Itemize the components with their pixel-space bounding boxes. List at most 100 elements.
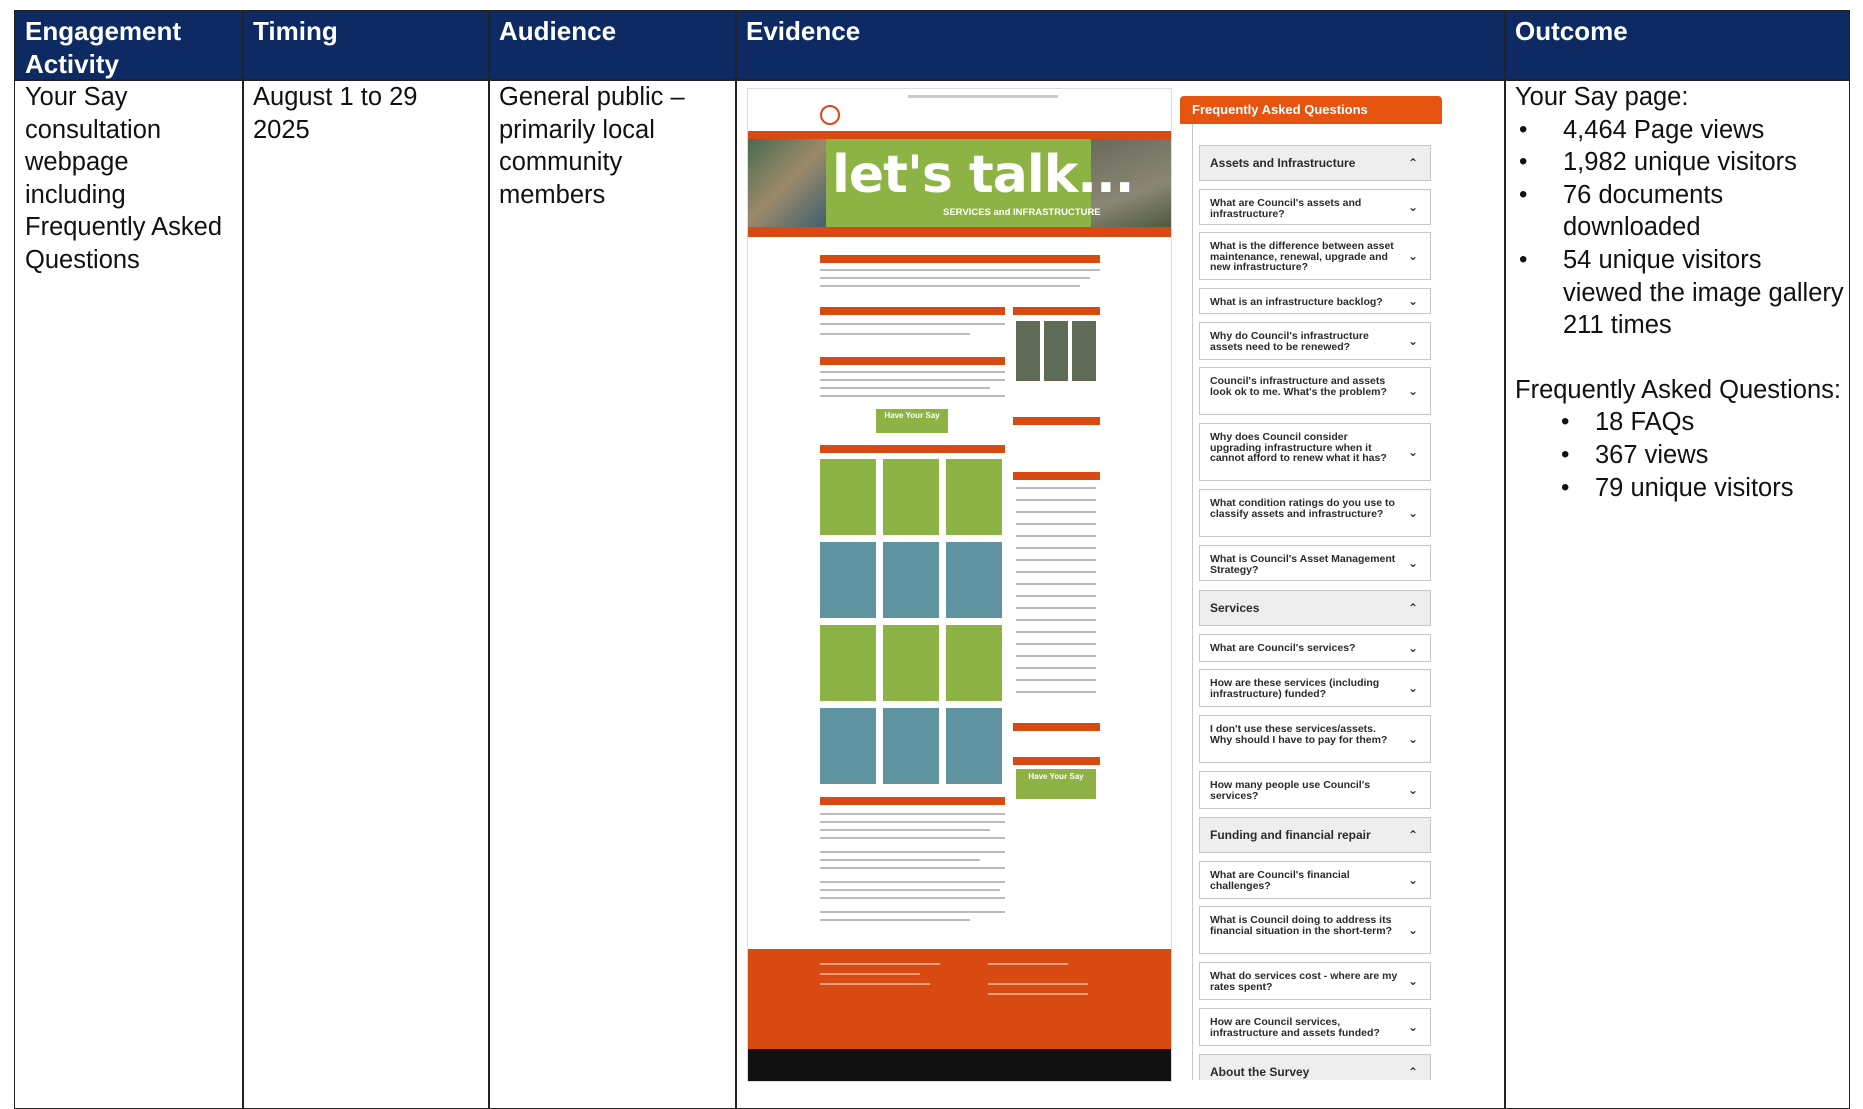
text-line [820, 269, 1100, 271]
cell-outcome: Your Say page: 4,464 Page views 1,982 un… [1515, 81, 1845, 504]
text-line [820, 333, 970, 335]
outcome-faq-list: 18 FAQs 367 views 79 unique visitors [1515, 406, 1845, 504]
chevron-down-icon: ⌄ [1407, 248, 1418, 263]
section-bar [820, 255, 1100, 263]
faq-item[interactable]: How are Council services, infrastructure… [1199, 1008, 1431, 1046]
section-bar [820, 307, 1005, 315]
webpage-banner: let's talk... SERVICES and INFRASTRUCTUR… [748, 139, 1171, 227]
info-tile[interactable] [883, 625, 939, 701]
text-line [820, 323, 1005, 325]
text-line [820, 881, 1005, 883]
text-line [820, 889, 1000, 891]
faq-item[interactable]: I don't use these services/assets. Why s… [1199, 715, 1431, 763]
chevron-down-icon: ⌄ [1407, 872, 1418, 887]
list-item: 79 unique visitors [1515, 472, 1845, 505]
faq-item[interactable]: What is Council doing to address its fin… [1199, 906, 1431, 954]
text-line [1016, 619, 1096, 621]
info-tile[interactable] [820, 459, 876, 535]
faq-item[interactable]: What condition ratings do you use to cla… [1199, 489, 1431, 537]
text-line [1016, 511, 1096, 513]
banner-subtitle: SERVICES and INFRASTRUCTURE [943, 207, 1101, 218]
text-line [820, 395, 1005, 397]
section-bar [1013, 757, 1100, 765]
section-bar [1013, 307, 1100, 315]
faq-item[interactable]: What are Council's services? ⌄ [1199, 634, 1431, 662]
faq-item[interactable]: What are Council's assets and infrastruc… [1199, 189, 1431, 225]
info-tile[interactable] [820, 625, 876, 701]
text-line [988, 983, 1088, 985]
column-divider [488, 11, 490, 1108]
section-bar [820, 357, 1005, 365]
faq-item[interactable]: What is an infrastructure backlog? ⌄ [1199, 288, 1431, 314]
chevron-down-icon: ⌄ [1407, 505, 1418, 520]
faq-category-services[interactable]: Services ⌃ [1199, 590, 1431, 626]
text-line [820, 973, 920, 975]
text-line [1016, 523, 1096, 525]
image-gallery [1016, 321, 1096, 381]
chevron-up-icon: ⌃ [1407, 156, 1418, 170]
info-tile[interactable] [946, 459, 1002, 535]
faq-item[interactable]: How are these services (including infras… [1199, 669, 1431, 707]
webpage-top-bar [748, 89, 1171, 131]
webpage-nav-bar [748, 131, 1171, 139]
faq-item[interactable]: What is Council's Asset Management Strat… [1199, 545, 1431, 581]
text-line [820, 379, 1005, 381]
outcome-yoursay-title: Your Say page: [1515, 83, 1689, 111]
cell-engagement-activity: Your Say consultation webpage including … [25, 83, 223, 274]
info-tile[interactable] [946, 708, 1002, 784]
text-line [820, 837, 1005, 839]
text-line [988, 993, 1088, 995]
text-line [820, 371, 1005, 373]
faq-item[interactable]: How many people use Council's services? ⌄ [1199, 771, 1431, 809]
text-line [1016, 571, 1096, 573]
text-line [820, 821, 1005, 823]
info-tile[interactable] [820, 708, 876, 784]
header-outcome: Outcome [1515, 16, 1628, 46]
text-line [1016, 691, 1096, 693]
header-evidence: Evidence [746, 16, 861, 46]
faq-item[interactable]: What is the difference between asset mai… [1199, 232, 1431, 280]
column-divider [1504, 11, 1506, 1108]
chevron-down-icon: ⌄ [1407, 680, 1418, 695]
faq-category-funding[interactable]: Funding and financial repair ⌃ [1199, 817, 1431, 853]
text-line [1016, 595, 1096, 597]
cell-audience: General public – primarily local communi… [499, 83, 685, 209]
faq-item[interactable]: What do services cost - where are my rat… [1199, 962, 1431, 1000]
info-tile[interactable] [946, 625, 1002, 701]
text-line [820, 829, 990, 831]
list-item: 54 unique visitors viewed the image gall… [1515, 244, 1845, 342]
have-your-say-button[interactable]: Have Your Say [876, 409, 948, 433]
section-bar [1013, 723, 1100, 731]
chevron-down-icon: ⌄ [1407, 444, 1418, 459]
faq-category-survey[interactable]: About the Survey ⌃ [1199, 1054, 1431, 1080]
info-tile[interactable] [883, 459, 939, 535]
header-timing: Timing [253, 16, 338, 46]
section-bar [820, 797, 1005, 805]
chevron-down-icon: ⌄ [1407, 293, 1418, 308]
text-line [820, 813, 1005, 815]
chevron-down-icon: ⌄ [1407, 640, 1418, 655]
faq-item[interactable]: What are Council's financial challenges?… [1199, 861, 1431, 899]
text-line [820, 867, 1005, 869]
have-your-say-button[interactable]: Have Your Say [1016, 769, 1096, 799]
text-line [1016, 631, 1096, 633]
faq-panel: Frequently Asked Questions Assets and In… [1174, 96, 1452, 1080]
chevron-down-icon: ⌄ [1407, 1019, 1418, 1034]
list-item: 367 views [1515, 439, 1845, 472]
faq-item[interactable]: Why does Council consider upgrading infr… [1199, 423, 1431, 481]
info-tile[interactable] [883, 542, 939, 618]
faq-item[interactable]: Why do Council's infrastructure assets n… [1199, 322, 1431, 360]
faq-item[interactable]: Council's infrastructure and assets look… [1199, 367, 1431, 415]
info-tile[interactable] [820, 542, 876, 618]
list-item: 76 documents downloaded [1515, 179, 1845, 244]
faq-category-assets[interactable]: Assets and Infrastructure ⌃ [1199, 145, 1431, 181]
text-line [820, 919, 970, 921]
text-line [1016, 643, 1096, 645]
section-bar [1013, 472, 1100, 480]
council-logo-icon [820, 105, 840, 125]
info-tile[interactable] [946, 542, 1002, 618]
yoursay-webpage-screenshot: let's talk... SERVICES and INFRASTRUCTUR… [747, 88, 1172, 1082]
info-tile[interactable] [883, 708, 939, 784]
chevron-down-icon: ⌄ [1407, 782, 1418, 797]
webpage-footer-bottom [748, 1049, 1171, 1081]
